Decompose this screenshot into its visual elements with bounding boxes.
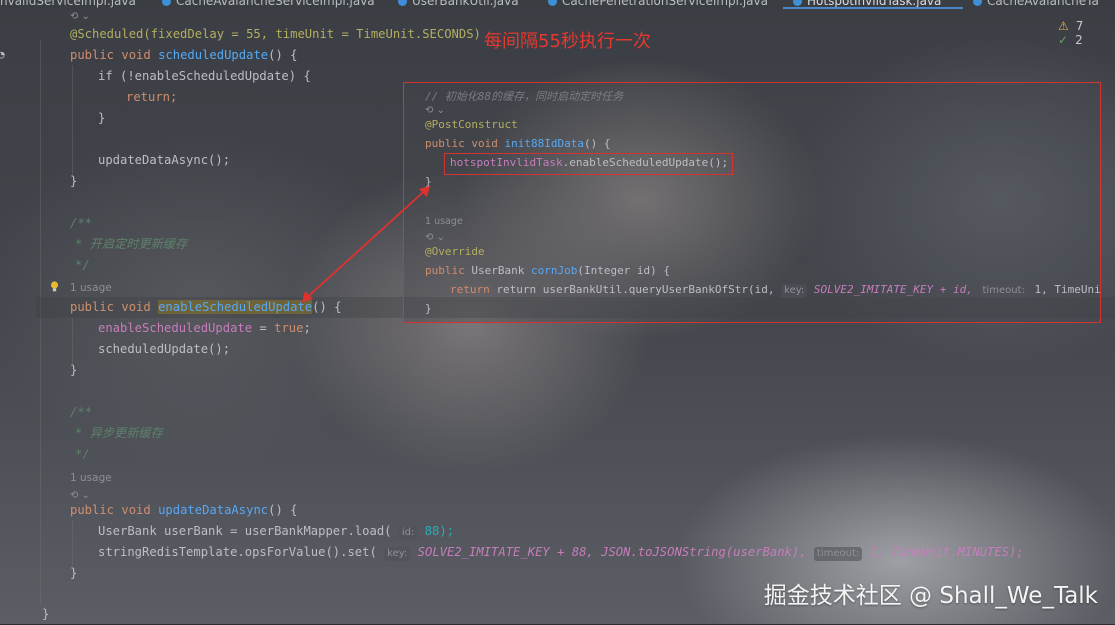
watermark: 掘金技术社区 @ Shall_We_Talk (763, 583, 1098, 609)
annotation-arrow (301, 185, 431, 303)
annotation-note: 每间隔55秒执行一次 (484, 31, 651, 52)
